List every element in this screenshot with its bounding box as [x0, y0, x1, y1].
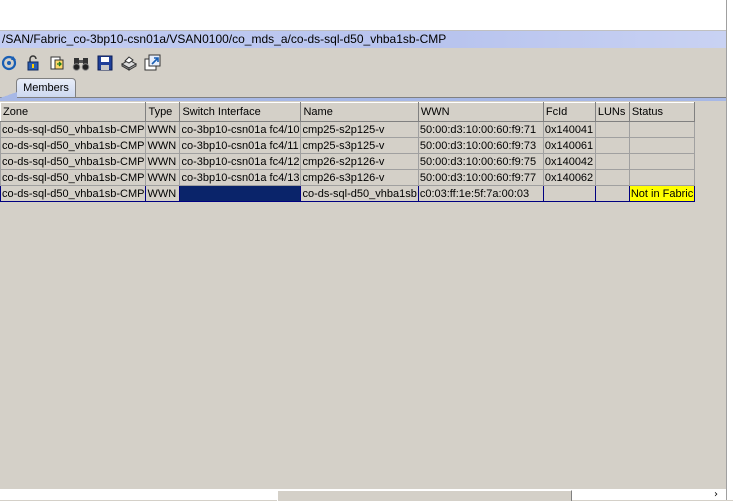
cell-fcid[interactable]: 0x140041 [542, 121, 596, 138]
horizontal-scrollbar[interactable] [0, 489, 726, 501]
cell-wwn[interactable]: 50:00:d3:10:00:60:f9:75 [417, 153, 544, 170]
printer-icon [120, 56, 138, 71]
top-blank-area [0, 0, 726, 31]
members-table: Zone Type Switch Interface Name WWN FcId… [0, 102, 696, 202]
cell-name[interactable]: cmp25-s3p125-v [300, 137, 419, 154]
cell-fcid[interactable] [542, 185, 596, 202]
table-row-selected[interactable]: co-ds-sql-d50_vhba1sb-CMP WWN co-ds-sql-… [0, 185, 696, 202]
cell-status[interactable] [628, 153, 696, 170]
column-header-status[interactable]: Status [628, 102, 696, 122]
cell-zone[interactable]: co-ds-sql-d50_vhba1sb-CMP [0, 137, 147, 154]
cell-wwn[interactable]: 50:00:d3:10:00:60:f9:71 [417, 121, 544, 138]
column-header-wwn[interactable]: WWN [417, 102, 544, 122]
path-bar: /SAN/Fabric_co-3bp10-csn01a/VSAN0100/co_… [0, 31, 726, 48]
cell-name[interactable]: cmp25-s2p125-v [300, 121, 419, 138]
table-row[interactable]: co-ds-sql-d50_vhba1sb-CMP WWN co-3bp10-c… [0, 169, 696, 186]
tab-members[interactable]: Members [16, 78, 76, 97]
cell-wwn[interactable]: 50:00:d3:10:00:60:f9:73 [417, 137, 544, 154]
table-header-row: Zone Type Switch Interface Name WWN FcId… [0, 102, 696, 122]
save-button[interactable] [96, 54, 114, 72]
vertical-scrollbar[interactable] [726, 0, 733, 500]
cell-zone[interactable]: co-ds-sql-d50_vhba1sb-CMP [0, 153, 147, 170]
refresh-button[interactable] [0, 54, 18, 72]
cell-luns[interactable] [594, 153, 630, 170]
tab-strip: Members [0, 78, 726, 98]
toolbar [0, 51, 726, 75]
cell-fcid[interactable]: 0x140042 [542, 153, 596, 170]
cell-fcid[interactable]: 0x140062 [542, 169, 596, 186]
cell-zone[interactable]: co-ds-sql-d50_vhba1sb-CMP [0, 121, 147, 138]
cell-zone[interactable]: co-ds-sql-d50_vhba1sb-CMP [0, 169, 147, 186]
cell-status[interactable] [628, 169, 696, 186]
column-header-type[interactable]: Type [145, 102, 181, 122]
table-row[interactable]: co-ds-sql-d50_vhba1sb-CMP WWN co-3bp10-c… [0, 137, 696, 154]
cell-luns[interactable] [594, 185, 630, 202]
cell-name[interactable]: cmp26-s2p126-v [300, 153, 419, 170]
cell-zone[interactable]: co-ds-sql-d50_vhba1sb-CMP [0, 185, 147, 202]
tab-underline [0, 92, 726, 101]
cell-type[interactable]: WWN [145, 121, 181, 138]
lock-button[interactable] [24, 54, 42, 72]
cell-wwn[interactable]: 50:00:d3:10:00:60:f9:77 [417, 169, 544, 186]
column-header-switch-interface[interactable]: Switch Interface [179, 102, 302, 122]
cell-luns[interactable] [594, 137, 630, 154]
cell-luns[interactable] [594, 121, 630, 138]
cell-type[interactable]: WWN [145, 169, 181, 186]
cell-fcid[interactable]: 0x140061 [542, 137, 596, 154]
scroll-right-arrow-icon[interactable]: › [714, 489, 718, 500]
table-row[interactable]: co-ds-sql-d50_vhba1sb-CMP WWN co-3bp10-c… [0, 121, 696, 138]
column-header-luns[interactable]: LUNs [594, 102, 630, 122]
cell-switch-interface[interactable]: co-3bp10-csn01a fc4/12 [179, 153, 302, 170]
cell-switch-interface[interactable] [179, 185, 302, 202]
cell-type[interactable]: WWN [145, 153, 181, 170]
find-button[interactable] [72, 54, 90, 72]
refresh-icon [1, 55, 17, 71]
print-button[interactable] [120, 54, 138, 72]
cell-status[interactable]: Not in Fabric [628, 185, 696, 202]
floppy-disk-icon [97, 55, 113, 71]
table-row[interactable]: co-ds-sql-d50_vhba1sb-CMP WWN co-3bp10-c… [0, 153, 696, 170]
cell-switch-interface[interactable]: co-3bp10-csn01a fc4/10 [179, 121, 302, 138]
cell-status[interactable] [628, 121, 696, 138]
cell-type[interactable]: WWN [145, 137, 181, 154]
cell-name[interactable]: co-ds-sql-d50_vhba1sb [300, 185, 419, 202]
detach-icon [144, 54, 161, 71]
export-icon [50, 56, 64, 70]
cell-switch-interface[interactable]: co-3bp10-csn01a fc4/11 [179, 137, 302, 154]
cell-status[interactable] [628, 137, 696, 154]
cell-wwn[interactable]: c0:03:ff:1e:5f:7a:00:03 [417, 185, 544, 202]
lock-icon [27, 55, 39, 71]
detach-button[interactable] [144, 54, 162, 72]
column-header-zone[interactable]: Zone [0, 102, 147, 122]
export-button[interactable] [48, 54, 66, 72]
cell-luns[interactable] [594, 169, 630, 186]
column-header-fcid[interactable]: FcId [542, 102, 596, 122]
cell-switch-interface[interactable]: co-3bp10-csn01a fc4/13 [179, 169, 302, 186]
column-header-name[interactable]: Name [300, 102, 419, 122]
binoculars-icon [72, 58, 90, 71]
cell-type[interactable]: WWN [145, 185, 181, 202]
cell-name[interactable]: cmp26-s3p126-v [300, 169, 419, 186]
horizontal-scroll-thumb[interactable] [277, 490, 572, 501]
